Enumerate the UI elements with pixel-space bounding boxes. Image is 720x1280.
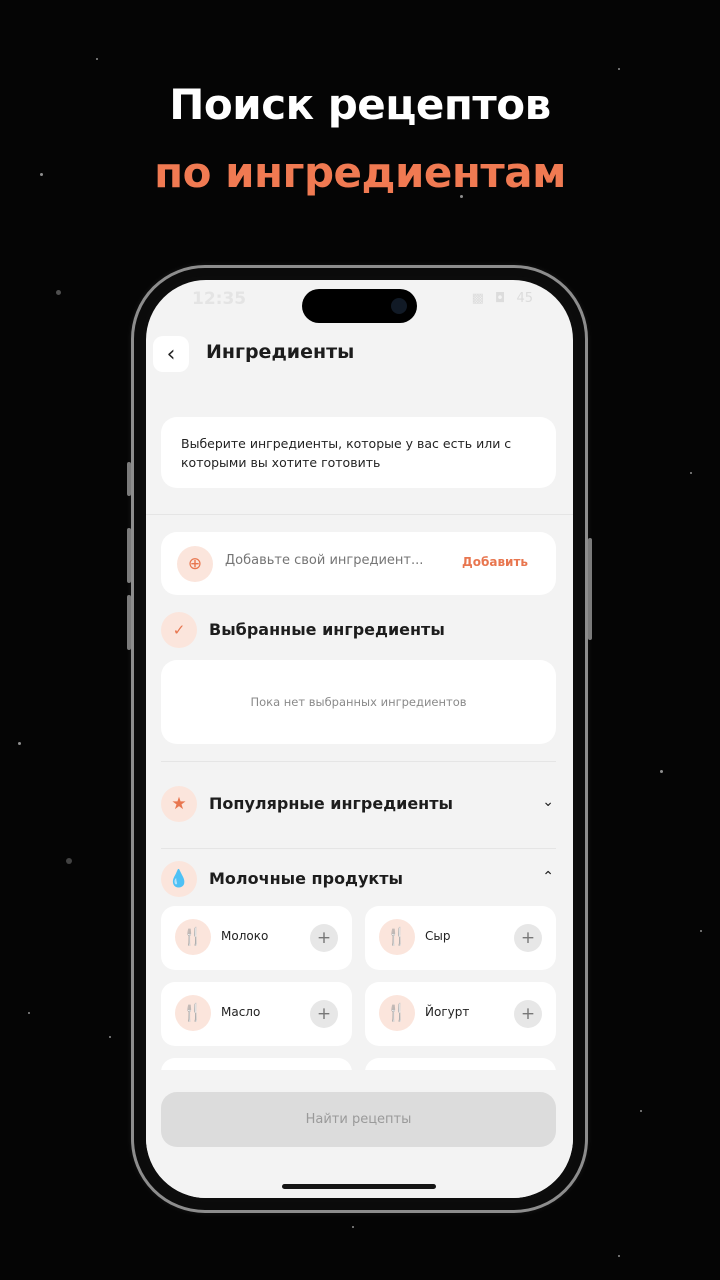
ingredient-card-butter[interactable]: 🍴 Масло + (161, 982, 352, 1046)
popular-title: Популярные ингредиенты (209, 794, 453, 813)
drop-icon: 💧 (161, 861, 197, 897)
wifi-icon: ◘ (495, 291, 506, 306)
phone-volume-up-button (127, 528, 131, 583)
chevron-up-icon: ⌃ (542, 869, 554, 885)
phone-volume-down-button (127, 595, 131, 650)
home-indicator (282, 1184, 436, 1189)
ingredient-label: Масло (221, 1005, 261, 1019)
selected-empty-state: Пока нет выбранных ингредиентов (161, 660, 556, 744)
add-ingredient-input[interactable] (225, 553, 445, 568)
status-time: 12:35 (192, 289, 247, 309)
signal-icon: ▩ (471, 291, 484, 306)
add-ingredient-plus-button[interactable]: + (310, 924, 338, 952)
add-ingredient-button[interactable]: Добавить (462, 555, 528, 569)
selected-section-header: ✓ Выбранные ингредиенты (161, 612, 556, 650)
dairy-title: Молочные продукты (209, 869, 404, 888)
fork-knife-icon: 🍴 (379, 919, 415, 955)
dairy-section-toggle[interactable]: 💧 Молочные продукты ⌃ (161, 861, 556, 899)
add-ingredient-plus-button[interactable]: + (514, 924, 542, 952)
ingredient-card-milk[interactable]: 🍴 Молоко + (161, 906, 352, 970)
phone-action-button (127, 462, 131, 496)
dynamic-island (302, 289, 417, 323)
chevron-left-icon: ‹ (166, 341, 176, 367)
app-screen: 12:35 ▩ ◘ 45 ‹ Ингредиенты Выберите ингр… (146, 280, 573, 1198)
star-icon: ★ (161, 786, 197, 822)
add-ingredient-plus-button[interactable]: + (310, 1000, 338, 1028)
popular-section-toggle[interactable]: ★ Популярные ингредиенты ⌄ (161, 786, 556, 824)
status-icons: ▩ ◘ 45 (465, 291, 533, 306)
camera-icon (391, 298, 407, 314)
headline-line-1: Поиск рецептов (169, 80, 551, 129)
divider (161, 761, 556, 762)
fork-knife-icon: 🍴 (175, 919, 211, 955)
divider (161, 848, 556, 849)
page-title: Ингредиенты (206, 341, 355, 363)
ingredient-label: Йогурт (425, 1005, 470, 1019)
battery-icon: 45 (516, 291, 533, 306)
back-button[interactable]: ‹ (153, 336, 189, 372)
ingredient-label: Молоко (221, 929, 269, 943)
phone-power-button (588, 538, 592, 640)
divider (146, 514, 573, 515)
selected-title: Выбранные ингредиенты (209, 620, 445, 639)
ingredient-card-yogurt[interactable]: 🍴 Йогурт + (365, 982, 556, 1046)
ingredient-label: Сыр (425, 929, 451, 943)
ingredient-card-cheese[interactable]: 🍴 Сыр + (365, 906, 556, 970)
fork-knife-icon: 🍴 (175, 995, 211, 1031)
check-circle-icon: ✓ (161, 612, 197, 648)
plus-circle-icon: ⊕ (177, 546, 213, 582)
add-ingredient-plus-button[interactable]: + (514, 1000, 542, 1028)
info-text: Выберите ингредиенты, которые у вас есть… (161, 417, 556, 488)
headline-line-2: по ингредиентам (154, 148, 566, 197)
find-recipes-button[interactable]: Найти рецепты (161, 1092, 556, 1147)
chevron-down-icon: ⌄ (542, 794, 554, 810)
add-ingredient-card: ⊕ Добавить (161, 532, 556, 595)
fork-knife-icon: 🍴 (379, 995, 415, 1031)
